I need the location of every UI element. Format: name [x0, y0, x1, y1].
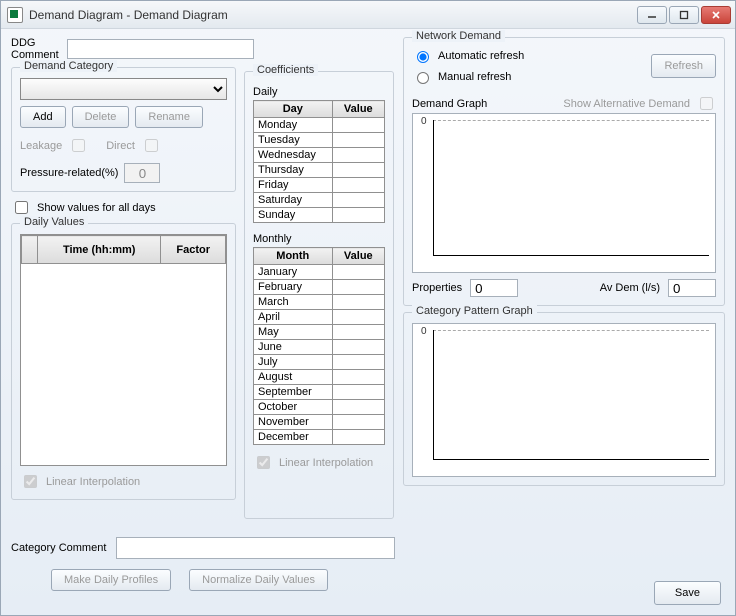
daily-values-group: Daily Values Time (hh:mm) Factor: [11, 223, 236, 500]
demand-category-combo[interactable]: [20, 78, 227, 100]
table-row[interactable]: Saturday: [254, 193, 385, 208]
pressure-related-label: Pressure-related(%): [20, 167, 118, 179]
table-row[interactable]: August: [254, 370, 385, 385]
save-button[interactable]: Save: [654, 581, 721, 605]
show-alt-label: Show Alternative Demand: [563, 98, 690, 110]
table-row[interactable]: October: [254, 400, 385, 415]
coefficients-legend: Coefficients: [253, 64, 318, 76]
table-row[interactable]: July: [254, 355, 385, 370]
daily-values-factor-header: Factor: [161, 236, 226, 264]
pattern-graph-legend: Category Pattern Graph: [412, 305, 537, 317]
properties-input[interactable]: [470, 279, 518, 297]
table-row[interactable]: September: [254, 385, 385, 400]
manual-refresh-radio[interactable]: [417, 72, 429, 84]
refresh-button[interactable]: Refresh: [651, 54, 716, 78]
daily-section-label: Daily: [253, 86, 385, 98]
manual-refresh-label: Manual refresh: [438, 71, 511, 83]
table-row[interactable]: Thursday: [254, 163, 385, 178]
daily-linear-checkbox[interactable]: [24, 475, 37, 488]
avdem-input[interactable]: [668, 279, 716, 297]
daily-values-rowhead: [22, 236, 38, 264]
leakage-checkbox[interactable]: [72, 139, 85, 152]
add-button[interactable]: Add: [20, 106, 66, 128]
close-icon: [711, 10, 721, 20]
middle-column: Coefficients Daily Day Value MondayTuesd…: [244, 37, 394, 519]
auto-refresh-label: Automatic refresh: [438, 50, 524, 62]
monthly-linear-checkbox[interactable]: [257, 456, 270, 469]
daily-linear-label: Linear Interpolation: [46, 476, 140, 488]
network-demand-legend: Network Demand: [412, 30, 505, 42]
monthly-value-header: Value: [332, 248, 384, 265]
client-area: DDG Comment Demand Category Add Delete R…: [1, 29, 735, 615]
table-row[interactable]: April: [254, 310, 385, 325]
category-comment-input[interactable]: [116, 537, 395, 559]
daily-values-table-wrap: Time (hh:mm) Factor: [20, 234, 227, 466]
maximize-button[interactable]: [669, 6, 699, 24]
show-all-days-label: Show values for all days: [37, 202, 156, 214]
graph-tick-0: 0: [421, 116, 427, 127]
pattern-graph-tick-0: 0: [421, 326, 427, 337]
maximize-icon: [679, 10, 689, 20]
make-daily-profiles-button[interactable]: Make Daily Profiles: [51, 569, 171, 591]
table-row[interactable]: May: [254, 325, 385, 340]
rename-button[interactable]: Rename: [135, 106, 203, 128]
network-demand-group: Network Demand Automatic refresh Manual …: [403, 37, 725, 306]
direct-label: Direct: [106, 140, 135, 152]
coefficients-group: Coefficients Daily Day Value MondayTuesd…: [244, 71, 394, 519]
pattern-graph-group: Category Pattern Graph 0: [403, 312, 725, 486]
daily-values-legend: Daily Values: [20, 216, 88, 228]
window: Demand Diagram - Demand Diagram DDG Comm…: [0, 0, 736, 616]
window-buttons: [637, 6, 731, 24]
normalize-daily-values-button[interactable]: Normalize Daily Values: [189, 569, 328, 591]
pattern-graph-box: 0: [412, 323, 716, 477]
delete-button[interactable]: Delete: [72, 106, 130, 128]
table-row[interactable]: Wednesday: [254, 148, 385, 163]
avdem-label: Av Dem (l/s): [600, 282, 660, 294]
table-row[interactable]: Monday: [254, 118, 385, 133]
demand-category-group: Demand Category Add Delete Rename Leakag…: [11, 67, 236, 192]
table-row[interactable]: February: [254, 280, 385, 295]
app-icon: [7, 7, 23, 23]
close-button[interactable]: [701, 6, 731, 24]
demand-graph-label: Demand Graph: [412, 98, 487, 110]
show-alt-checkbox[interactable]: [700, 97, 713, 110]
daily-table[interactable]: Day Value MondayTuesdayWednesdayThursday…: [253, 100, 385, 223]
daily-day-header: Day: [254, 101, 333, 118]
monthly-linear-label: Linear Interpolation: [279, 457, 373, 469]
left-column: DDG Comment Demand Category Add Delete R…: [11, 37, 236, 519]
demand-category-legend: Demand Category: [20, 60, 117, 72]
pressure-related-input[interactable]: [124, 163, 160, 183]
table-row[interactable]: November: [254, 415, 385, 430]
table-row[interactable]: Sunday: [254, 208, 385, 223]
table-row[interactable]: January: [254, 265, 385, 280]
window-title: Demand Diagram - Demand Diagram: [29, 8, 637, 22]
daily-value-header: Value: [332, 101, 384, 118]
demand-graph-box: 0: [412, 113, 716, 273]
bottom-left-section: Category Comment Make Daily Profiles Nor…: [11, 529, 395, 591]
auto-refresh-radio[interactable]: [417, 51, 429, 63]
ddg-comment-label: DDG Comment: [11, 37, 59, 61]
category-comment-label: Category Comment: [11, 542, 106, 554]
left-section: DDG Comment Demand Category Add Delete R…: [11, 37, 395, 605]
monthly-month-header: Month: [254, 248, 333, 265]
daily-values-table[interactable]: Time (hh:mm) Factor: [21, 235, 226, 264]
table-row[interactable]: June: [254, 340, 385, 355]
direct-checkbox[interactable]: [145, 139, 158, 152]
table-row[interactable]: March: [254, 295, 385, 310]
leakage-label: Leakage: [20, 140, 62, 152]
titlebar: Demand Diagram - Demand Diagram: [1, 1, 735, 29]
table-row[interactable]: December: [254, 430, 385, 445]
monthly-section-label: Monthly: [253, 233, 385, 245]
properties-label: Properties: [412, 282, 462, 294]
ddg-comment-input[interactable]: [67, 39, 254, 59]
right-column: Network Demand Automatic refresh Manual …: [403, 37, 725, 605]
minimize-button[interactable]: [637, 6, 667, 24]
monthly-table[interactable]: Month Value JanuaryFebruaryMarchAprilMay…: [253, 247, 385, 445]
minimize-icon: [647, 10, 657, 20]
show-all-days-checkbox[interactable]: [15, 201, 28, 214]
table-row[interactable]: Friday: [254, 178, 385, 193]
table-row[interactable]: Tuesday: [254, 133, 385, 148]
daily-values-time-header: Time (hh:mm): [38, 236, 161, 264]
